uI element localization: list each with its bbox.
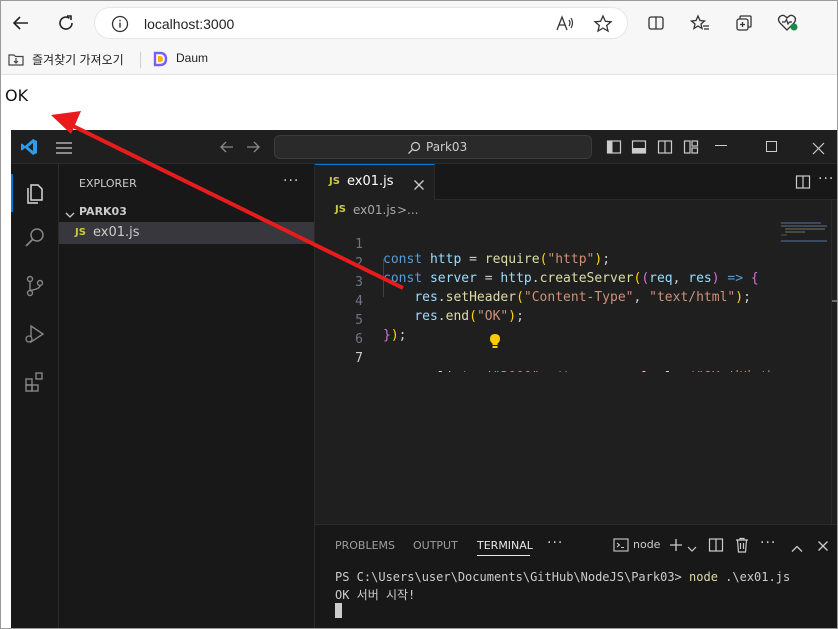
code-line-5: 5 }); <box>315 298 779 343</box>
line-number: 7 <box>355 351 363 366</box>
terminal-more-icon[interactable]: ··· <box>760 535 776 551</box>
code-line-6: 6 <box>315 317 779 348</box>
tab-ex01-js[interactable]: JS ex01.js <box>315 164 435 200</box>
bookmarks-bar: 즐겨찾기 가져오기 Daum <box>1 45 837 75</box>
vscode-title-bar: Park03 <box>11 130 837 164</box>
extensions-icon[interactable] <box>23 370 47 394</box>
explorer-title: EXPLORER <box>79 177 137 190</box>
page-response-text: OK <box>5 86 29 105</box>
active-indicator <box>11 174 13 212</box>
nav-back-icon[interactable] <box>219 139 235 159</box>
toggle-primary-sidebar-icon[interactable] <box>606 139 622 159</box>
explorer-files-icon[interactable] <box>23 180 47 204</box>
info-icon[interactable] <box>111 15 129 38</box>
trash-icon[interactable] <box>735 537 749 557</box>
close-panel-icon[interactable] <box>817 537 829 556</box>
import-favorites-icon[interactable] <box>8 51 24 72</box>
code-line-2: 2 const server = http.createServer((req,… <box>315 241 779 286</box>
collections-icon[interactable] <box>732 11 756 35</box>
code-line-1: 1 const http = require("http"); <box>315 222 779 267</box>
refresh-icon[interactable] <box>54 11 78 35</box>
code-line-4: 4 res.end("OK"); <box>315 279 779 324</box>
toggle-secondary-sidebar-icon[interactable] <box>657 139 673 159</box>
editor-more-icon[interactable]: ··· <box>818 171 834 187</box>
screenshot-root: localhost:3000 즐겨찾기 가져오기 Daum OK Park03 … <box>0 0 838 629</box>
nav-forward-icon[interactable] <box>245 139 261 159</box>
source-control-icon[interactable] <box>23 274 47 298</box>
folder-name: PARK03 <box>79 205 127 218</box>
chevron-down-icon[interactable] <box>687 539 697 558</box>
web-page-content: OK <box>1 76 837 130</box>
bookmark-divider <box>140 52 141 68</box>
code-line-3: 3 res.setHeader("Content-Type", "text/ht… <box>315 260 779 305</box>
split-screen-icon[interactable] <box>644 11 668 35</box>
back-arrow-icon[interactable] <box>9 11 33 35</box>
editor-scrollbar[interactable] <box>831 200 837 524</box>
terminal-line-1: PS C:\Users\user\Documents\GitHub\NodeJS… <box>335 570 790 584</box>
file-name: ex01.js <box>93 225 140 240</box>
maximize-icon[interactable] <box>766 141 777 152</box>
breadcrumb: JS ex01.js > ... <box>315 200 775 222</box>
vscode-window: Park03 EXPLORER ··· PARK03 JS ex01.js JS… <box>11 130 837 628</box>
command-center-search[interactable]: Park03 <box>274 135 592 159</box>
address-text: localhost:3000 <box>144 16 235 32</box>
code-line-7: 7 server.listen("3000", () => console.lo… <box>315 336 779 372</box>
browser-toolbar: localhost:3000 <box>1 1 837 45</box>
daum-logo-icon <box>152 51 168 72</box>
bookmark-import-favorites[interactable]: 즐겨찾기 가져오기 <box>32 51 124 68</box>
vscode-logo-icon <box>20 138 38 160</box>
code-text: server.listen("3000", () => console.log(… <box>383 366 771 372</box>
toggle-panel-icon[interactable] <box>631 139 647 159</box>
terminal-name[interactable]: node <box>633 538 660 551</box>
new-terminal-plus-icon[interactable] <box>669 537 683 556</box>
bookmark-daum[interactable]: Daum <box>176 51 208 65</box>
search-icon <box>407 140 421 159</box>
close-window-icon[interactable] <box>812 140 825 159</box>
breadcrumb-file[interactable]: ex01.js <box>353 203 396 217</box>
breadcrumb-separator: > <box>397 203 408 217</box>
tab-problems[interactable]: PROBLEMS <box>335 539 395 552</box>
terminal-command: PS C:\Users\user\Documents\GitHub\NodeJS… <box>335 570 791 584</box>
panel-more-icon[interactable]: ··· <box>547 535 563 551</box>
folder-row[interactable]: PARK03 <box>59 202 314 222</box>
close-tab-icon[interactable] <box>413 176 425 195</box>
activity-bar <box>11 164 59 628</box>
split-terminal-icon[interactable] <box>708 537 724 557</box>
bottom-panel: PROBLEMS OUTPUT TERMINAL ··· node ··· PS… <box>315 524 837 628</box>
tab-label: ex01.js <box>347 174 394 189</box>
split-editor-icon[interactable] <box>795 174 811 194</box>
command-center-text: Park03 <box>426 140 468 154</box>
run-debug-icon[interactable] <box>23 322 47 346</box>
terminal-line-2: OK 서버 시작! <box>335 588 416 602</box>
tab-terminal[interactable]: TERMINAL <box>477 539 533 552</box>
breadcrumb-more[interactable]: ... <box>407 203 418 217</box>
editor-area: JS ex01.js ··· JS ex01.js > ... 1 const … <box>315 164 837 524</box>
explorer-sidebar: EXPLORER ··· PARK03 JS ex01.js <box>59 164 315 628</box>
minimize-icon[interactable] <box>715 145 727 146</box>
address-bar[interactable]: localhost:3000 <box>94 7 628 39</box>
code-area[interactable]: 1 const http = require("http"); 2 const … <box>315 222 779 372</box>
js-file-icon: JS <box>75 227 86 238</box>
browser-essentials-icon[interactable] <box>776 11 800 35</box>
maximize-panel-icon[interactable] <box>791 539 803 558</box>
js-tab-icon: JS <box>329 176 340 187</box>
menu-hamburger-icon[interactable] <box>55 140 73 159</box>
file-row-ex01[interactable]: JS ex01.js <box>59 222 314 244</box>
favorites-icon[interactable] <box>688 11 712 35</box>
breadcrumb-js-icon: JS <box>335 204 346 215</box>
minimap[interactable] <box>777 222 829 482</box>
favorite-star-icon[interactable] <box>593 14 613 39</box>
search-icon[interactable] <box>23 226 47 250</box>
read-aloud-icon[interactable] <box>555 14 575 39</box>
active-tab-underline <box>477 555 530 556</box>
tab-output[interactable]: OUTPUT <box>413 539 458 552</box>
terminal-icon <box>613 537 629 557</box>
terminal-cursor <box>335 603 342 618</box>
customize-layout-icon[interactable] <box>683 139 699 159</box>
editor-tabs: JS ex01.js ··· <box>315 164 837 200</box>
explorer-more-icon[interactable]: ··· <box>283 173 299 189</box>
indent-guide <box>383 259 384 297</box>
